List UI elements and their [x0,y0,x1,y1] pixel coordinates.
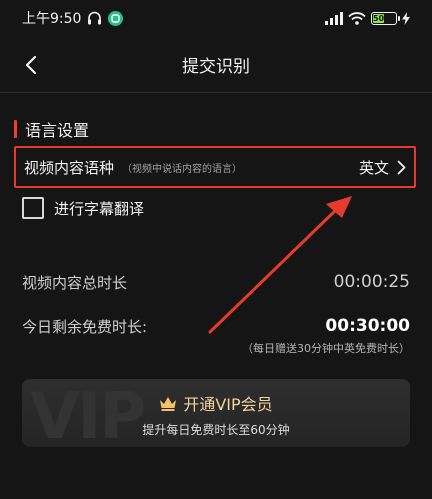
back-arrow-icon [25,55,37,75]
free-time-note: （每日赠送30分钟中英免费时长） [242,342,410,355]
subtitle-translate-option[interactable]: 进行字幕翻译 [22,196,144,220]
language-hint: （视频中说话内容的语言） [122,163,243,175]
battery-level: 50 [372,13,385,23]
vip-title-row: 开通VIP会员 [22,391,410,415]
section-accent-bar [14,120,17,138]
vip-subtitle: 提升每日免费时长至60分钟 [142,423,290,437]
status-time: 上午9:50 [22,11,82,27]
signal-icon [325,11,343,25]
vip-upgrade-button[interactable]: VIP 开通VIP会员 提升每日免费时长至60分钟 [22,379,410,447]
headset-icon [87,11,102,25]
video-duration-value: 00:00:25 [333,272,410,292]
chevron-right-icon [397,160,406,174]
page-title: 提交识别 [182,56,250,77]
back-button[interactable] [14,48,48,82]
app-badge-icon [108,10,124,26]
nav-bar: 提交识别 [0,36,432,92]
video-duration-row: 视频内容总时长 00:00:25 [22,270,410,294]
subtitle-translate-checkbox[interactable] [22,197,44,219]
status-bar: 上午9:50 50 [0,0,432,36]
language-label: 视频内容语种 [24,158,115,177]
section-title-text: 语言设置 [25,121,90,140]
free-time-label: 今日剩余免费时长: [22,317,148,336]
subtitle-translate-label: 进行字幕翻译 [54,199,145,218]
bolt-icon [402,11,410,25]
crown-icon [160,396,177,411]
free-time-row: 今日剩余免费时长: 00:30:00 [22,314,410,338]
battery-icon: 50 [371,11,400,25]
vip-title: 开通VIP会员 [183,395,273,414]
video-language-selector[interactable]: 视频内容语种 （视频中说话内容的语言） 英文 [14,146,416,188]
wifi-icon [348,11,366,25]
video-duration-label: 视频内容总时长 [22,273,128,292]
nav-divider [0,92,432,93]
section-title: 语言设置 [14,118,89,140]
language-value: 英文 [358,158,389,177]
free-time-value: 00:30:00 [325,316,410,336]
